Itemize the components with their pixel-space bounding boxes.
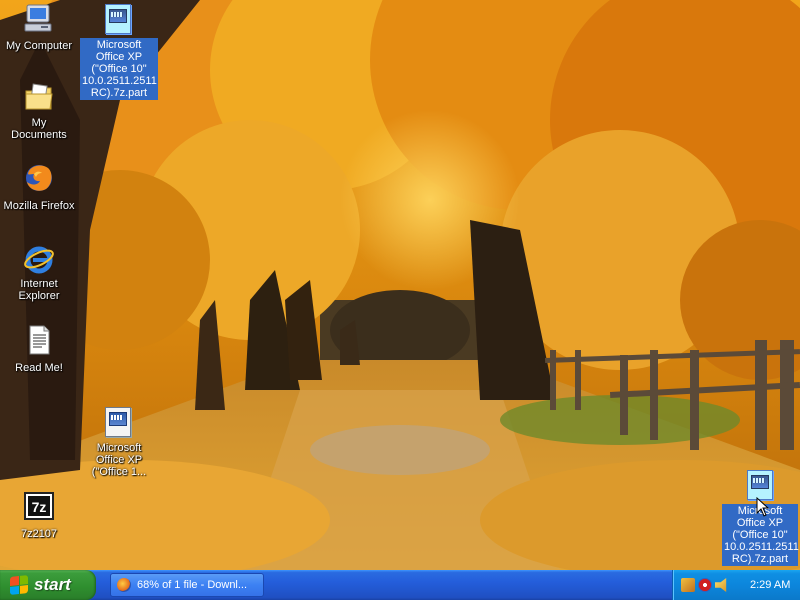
desktop-icon-office-xp-archive-dragging[interactable]: Microsoft Office XP ("Office 10" 10.0.25… [722,468,799,567]
my-documents-icon [23,82,55,114]
task-label: 68% of 1 file - Downl... [137,579,248,591]
security-alert-icon[interactable] [698,578,712,592]
system-tray: 2:29 AM [672,570,800,600]
taskbar: start 68% of 1 file - Downl... 2:29 AM [0,570,800,600]
icon-label: Internet Explorer [18,278,60,302]
icon-label: Mozilla Firefox [3,200,75,212]
desktop-icon-office-xp-archive[interactable]: Microsoft Office XP ("Office 10" 10.0.25… [80,2,158,101]
start-button[interactable]: start [0,570,96,600]
icon-label: My Documents [11,117,67,141]
firefox-icon [117,578,131,592]
icon-label: My Computer [5,40,73,52]
icon-label: Read Me! [15,362,63,374]
start-label: start [34,575,71,594]
firefox-icon [23,162,55,194]
archive-file-icon [102,4,134,36]
icon-label: 7z2107 [20,528,58,540]
svg-text:7z: 7z [32,499,47,515]
volume-icon[interactable] [715,578,727,592]
desktop-icon-internet-explorer[interactable]: Internet Explorer [1,243,77,304]
desktop-icon-office-xp-archive[interactable]: Microsoft Office XP ("Office 1... [80,405,156,480]
text-document-icon [23,324,55,356]
7zip-icon: 7z [23,490,55,522]
my-computer-icon [23,2,55,34]
icon-label: Microsoft Office XP ("Office 1... [91,442,147,478]
taskbar-download-window-button[interactable]: 68% of 1 file - Downl... [110,573,264,597]
internet-explorer-icon [23,243,55,275]
desktop-icon-my-computer[interactable]: My Computer [1,2,77,54]
desktop-icon-read-me[interactable]: Read Me! [1,324,77,376]
desktop-icon-my-documents[interactable]: My Documents [1,82,77,143]
desktop-icon-7z2107[interactable]: 7z 7z2107 [1,490,77,542]
archive-file-icon [102,407,134,439]
network-icon[interactable] [681,578,695,592]
icon-label: Microsoft Office XP ("Office 10" 10.0.25… [80,38,158,100]
mouse-pointer-icon [756,497,770,517]
desktop-icon-mozilla-firefox[interactable]: Mozilla Firefox [1,162,77,214]
clock[interactable]: 2:29 AM [750,579,790,591]
windows-logo-icon [10,575,28,595]
